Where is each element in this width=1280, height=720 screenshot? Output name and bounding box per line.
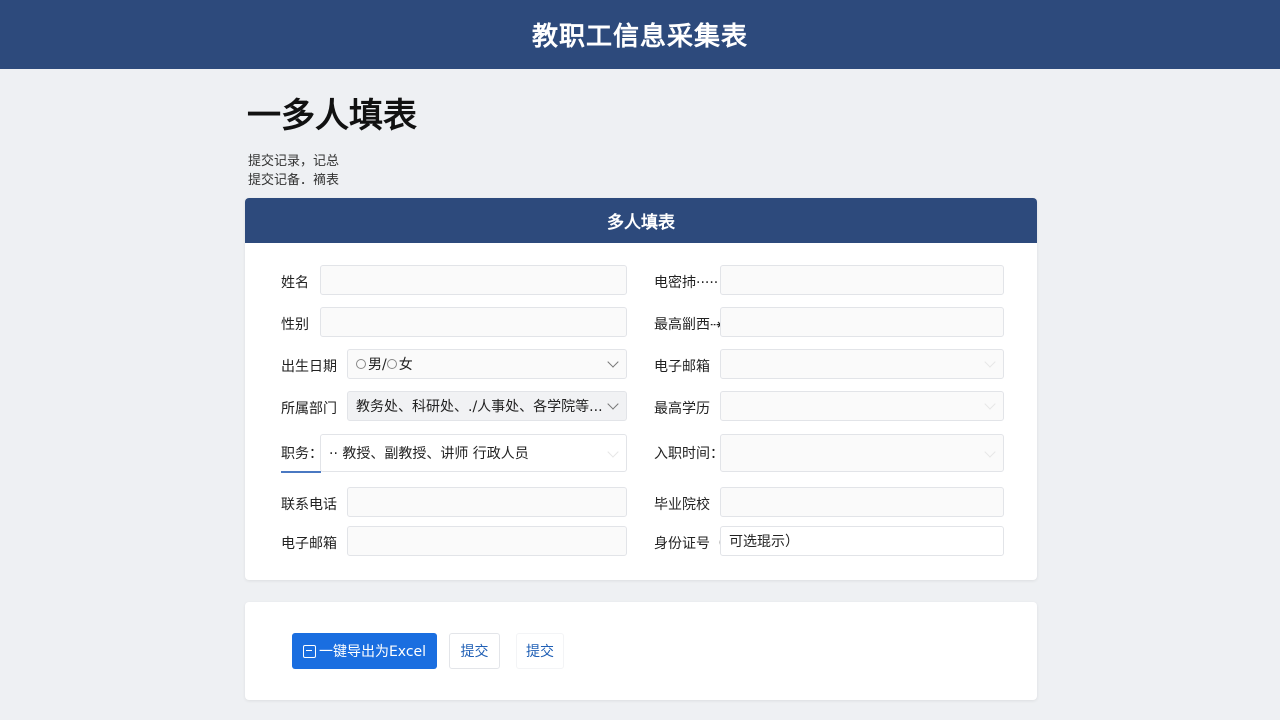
chevron-down-icon [984,356,996,368]
actions-panel: 一键导出为Excel 提交 提交 [245,602,1037,700]
education-select[interactable] [720,391,1004,421]
position-focus-underline [281,471,321,473]
page-subtext-1: 提交记录，记总 [248,154,340,169]
radio-male-label: 男/ [368,357,387,373]
email-2-select[interactable] [720,349,1004,379]
position-label: 职务： [281,446,323,462]
export-excel-button[interactable]: 一键导出为Excel [292,633,437,669]
department-select[interactable]: 教务处、科研处、./人事处、各学院等... [347,391,627,421]
name-input[interactable] [320,265,627,295]
birthdate-label: 出生日期 [281,359,337,375]
chevron-down-icon [984,446,996,458]
chevron-down-icon [607,446,619,458]
export-button-label: 一键导出为Excel [318,644,427,660]
form-card-title: 多人填表 [245,198,1037,243]
right-field-2-input[interactable] [720,307,1004,337]
email-2-label: 电子邮箱 [654,359,710,375]
phone-input[interactable] [347,487,627,517]
hire-date-select[interactable] [720,434,1004,472]
excel-icon [302,644,316,658]
form-card: 多人填表 姓名 性别 出生日期 男/ 女 所属部门 教务处、科研处、./人事处、… [245,198,1037,580]
chevron-down-icon [607,398,619,410]
name-label: 姓名 [281,275,309,291]
radio-icon[interactable] [386,359,397,369]
department-value: 教务处、科研处、./人事处、各学院等... [356,399,603,415]
right-field-1-label: 电密㧊····· [654,275,719,291]
id-number-input[interactable]: 可选琨示） [720,526,1004,556]
education-label: 最高学历 [654,401,710,417]
gender-input[interactable] [320,307,627,337]
right-field-1-input[interactable] [720,265,1004,295]
chevron-down-icon [607,356,619,368]
gender-label: 性别 [281,317,309,333]
school-label: 毕业院校 [654,497,710,513]
position-select[interactable]: ·· 教授、副教授、讲师 行政人员 [320,434,627,472]
chevron-down-icon [984,398,996,410]
school-input[interactable] [720,487,1004,517]
page-title: 一多人填表 [247,96,417,136]
id-number-label: 身份证号（ [654,536,724,552]
email-input[interactable] [347,526,627,556]
page-subtext-2: 提交记备．䙗表 [248,173,340,188]
phone-label: 联系电话 [281,497,337,513]
position-value: ·· 教授、副教授、讲师 行政人员 [329,446,529,462]
submit-button[interactable]: 提交 [449,633,500,669]
radio-female-label: 女 [398,357,413,373]
top-header-bar: 教职工信息采集表 [0,0,1280,69]
email-label: 电子邮箱 [281,536,337,552]
birthdate-select[interactable]: 男/ 女 [347,349,627,379]
department-label: 所属部门 [281,401,337,417]
app-title: 教职工信息采集表 [531,22,748,52]
radio-icon[interactable] [356,359,366,369]
id-number-hint: 可选琨示） [729,534,799,550]
submit-button-secondary[interactable]: 提交 [516,633,564,669]
hire-date-label: 入职时间： [654,446,724,462]
right-field-2-label: 最高㓯西⇢ [654,317,722,333]
